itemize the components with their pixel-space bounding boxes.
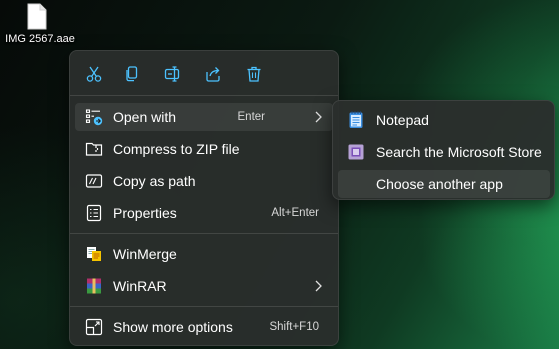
microsoft-store-item[interactable]: Search the Microsoft Store [338, 138, 550, 166]
compress-zip-item[interactable]: Compress to ZIP file [75, 135, 333, 163]
rename-icon [164, 66, 180, 82]
desktop-file[interactable]: IMG 2567.aae [0, 0, 80, 48]
copy-icon [126, 66, 138, 82]
open-with-shortcut: Enter [237, 111, 266, 123]
choose-another-app-label: Choose another app [376, 176, 503, 192]
menu-separator [70, 233, 338, 234]
file-name-label: IMG 2567.aae [5, 33, 75, 45]
zip-folder-icon [85, 140, 103, 158]
path-icon [85, 172, 103, 190]
scissors-icon [86, 66, 102, 82]
show-more-options-item[interactable]: Show more options Shift+F10 [75, 313, 333, 341]
open-with-item[interactable]: Open with Enter [75, 103, 333, 131]
open-with-label: Open with [113, 109, 177, 125]
copy-button[interactable] [117, 59, 147, 89]
context-menu: Open with Enter Compress to ZIP file Cop… [69, 50, 339, 346]
share-icon [206, 67, 220, 82]
winrar-icon [85, 277, 103, 295]
properties-item[interactable]: Properties Alt+Enter [75, 199, 333, 227]
winmerge-label: WinMerge [113, 246, 177, 262]
menu-separator [70, 306, 338, 307]
quick-actions-bar [70, 59, 338, 89]
chevron-right-icon [313, 279, 323, 293]
more-options-icon [85, 318, 103, 336]
share-button[interactable] [198, 59, 228, 89]
microsoft-store-label: Search the Microsoft Store [376, 144, 542, 160]
open-with-submenu: Notepad Search the Microsoft Store Choos… [332, 100, 555, 200]
copy-as-path-label: Copy as path [113, 173, 196, 189]
notepad-label: Notepad [376, 112, 429, 128]
properties-label: Properties [113, 205, 177, 221]
winrar-item[interactable]: WinRAR [75, 272, 333, 300]
document-file-icon [27, 3, 47, 30]
menu-separator [70, 95, 338, 96]
chevron-right-icon [313, 110, 323, 124]
delete-button[interactable] [239, 59, 269, 89]
notepad-item[interactable]: Notepad [338, 106, 550, 134]
copy-as-path-item[interactable]: Copy as path [75, 167, 333, 195]
winmerge-icon [85, 245, 103, 263]
cut-button[interactable] [79, 59, 109, 89]
winmerge-item[interactable]: WinMerge [75, 240, 333, 268]
properties-shortcut: Alt+Enter [271, 207, 319, 219]
winrar-label: WinRAR [113, 278, 167, 294]
properties-icon [85, 204, 103, 222]
show-more-options-label: Show more options [113, 319, 233, 335]
rename-button[interactable] [158, 59, 188, 89]
notepad-icon [347, 111, 365, 129]
show-more-options-shortcut: Shift+F10 [269, 321, 319, 333]
choose-another-app-item[interactable]: Choose another app [338, 170, 550, 198]
store-icon [347, 143, 365, 161]
compress-zip-label: Compress to ZIP file [113, 141, 240, 157]
open-with-icon [85, 108, 103, 126]
trash-icon [247, 66, 261, 82]
